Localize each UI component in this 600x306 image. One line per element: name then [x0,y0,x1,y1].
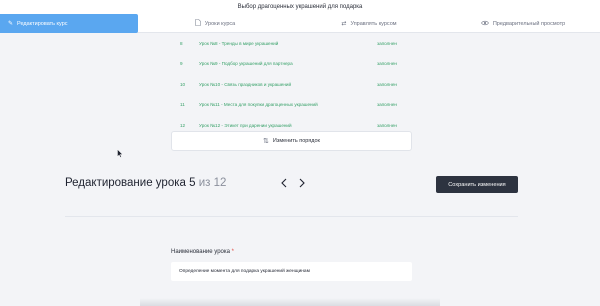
status-badge: заполнен [377,81,397,87]
lesson-navigation [279,176,307,190]
tab-label: Уроки курса [204,20,236,27]
list-item[interactable]: 10 Урок №10 - Связь праздников и украшен… [171,74,411,95]
scroll-shadow [140,298,440,306]
tab-label: Управлять курсом [350,20,397,27]
sort-arrows-icon: ⇅ [263,138,269,145]
chevron-left-icon [281,178,287,188]
status-badge: заполнен [377,61,397,67]
lesson-number: 11 [180,102,185,108]
lesson-title: Урок №12 - Этикет при дарении украшений [199,122,292,128]
lesson-title: Урок №11 - Места для покупки драгоценных… [199,102,318,108]
tab-label: Редактировать курс [17,20,68,27]
course-title: Выбор драгоценных украшений для подарка [0,0,600,14]
lesson-title: Урок №9 - Подбор украшений для партнера [199,61,293,67]
tab-manage-course[interactable]: ⇄ Управлять курсом [292,14,446,33]
chevron-right-icon [299,178,305,188]
status-badge: заполнен [377,122,397,128]
title-prefix: Редактирование урока [65,177,186,189]
list-item[interactable]: 8 Урок №8 - Тренды в мире украшений запо… [171,33,411,54]
reorder-label: Изменить порядок [272,138,320,144]
next-lesson-button[interactable] [297,176,307,190]
previous-lesson-button[interactable] [279,176,289,190]
document-icon [194,19,201,28]
lesson-number: 12 [180,122,186,128]
lesson-number: 9 [180,61,183,67]
list-item[interactable]: 11 Урок №11 - Места для покупки драгоцен… [171,95,411,116]
tab-edit-course[interactable]: ✎ Редактировать курс [0,14,138,33]
lesson-name-label: Наименование урока * [171,249,234,255]
reorder-button[interactable]: ⇅ Изменить порядок [171,131,412,151]
required-mark: * [231,249,234,255]
tab-label: Предварительный просмотр [492,20,566,27]
eye-icon [480,20,489,28]
lesson-name-field[interactable]: Определение момента для подарка украшени… [171,262,412,281]
tab-preview[interactable]: Предварительный просмотр [446,14,600,33]
lesson-number: 10 [180,81,186,87]
current-lesson-number: 5 [189,177,196,189]
list-item[interactable]: 9 Урок №9 - Подбор украшений для партнер… [171,54,411,75]
save-button[interactable]: Сохранить изменения [436,176,518,193]
pencil-icon: ✎ [8,20,14,27]
lesson-list: 8 Урок №8 - Тренды в мире украшений запо… [171,33,411,136]
page-title: Редактирование урока 5 из 12 [65,177,226,189]
swap-icon: ⇄ [341,20,347,27]
label-text: Наименование урока [171,249,230,255]
mouse-cursor-icon [117,149,123,158]
divider [65,216,518,217]
lesson-total: из 12 [198,177,227,189]
lesson-title: Урок №8 - Тренды в мире украшений [199,40,279,46]
lesson-title: Урок №10 - Связь праздников и украшений [199,81,292,87]
status-badge: заполнен [377,102,397,108]
status-badge: заполнен [377,40,397,46]
tab-course-lessons[interactable]: Уроки курса [138,14,292,33]
lesson-number: 8 [180,40,183,46]
course-tabs: ✎ Редактировать курс Уроки курса ⇄ Управ… [0,14,600,33]
